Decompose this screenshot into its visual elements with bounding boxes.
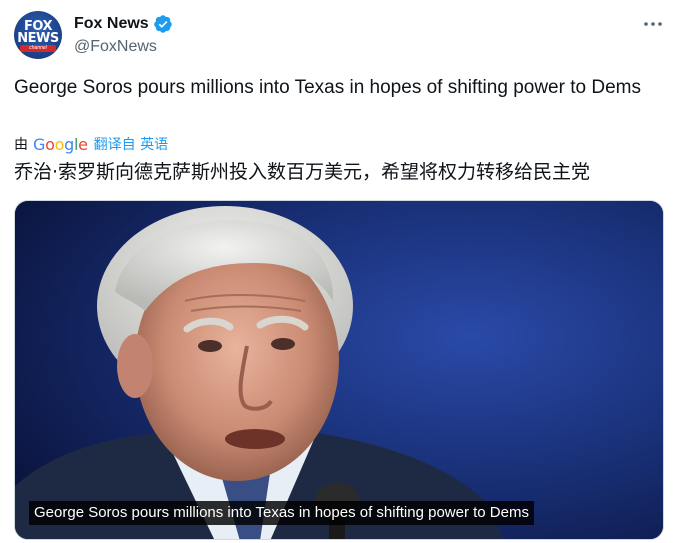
photo-portrait (15, 201, 663, 539)
avatar-logo-channel: channel (29, 45, 47, 51)
avatar-logo-band: channel (20, 45, 56, 52)
translation-attribution: 由 Google 翻译自 英语 (14, 134, 168, 154)
media-caption: George Soros pours millions into Texas i… (29, 501, 534, 525)
handle[interactable]: @FoxNews (74, 38, 157, 56)
translated-by-label: 由 (14, 137, 28, 153)
name-row: Fox News (74, 14, 173, 34)
tweet-card[interactable]: FOX NEWS channel Fox News @FoxNews Georg… (0, 0, 677, 543)
avatar[interactable]: FOX NEWS channel (14, 11, 62, 59)
display-name[interactable]: Fox News (74, 15, 149, 33)
verified-badge-icon (153, 15, 172, 33)
tweet-text: George Soros pours millions into Texas i… (14, 77, 641, 98)
translated-from-link[interactable]: 翻译自 英语 (94, 134, 168, 154)
translated-text: 乔治·索罗斯向德克萨斯州投入数百万美元，希望将权力转移给民主党 (14, 161, 591, 183)
tweet-media-image[interactable]: George Soros pours millions into Texas i… (14, 200, 664, 540)
avatar-logo-news: NEWS (17, 31, 59, 46)
google-logo: Google (33, 134, 88, 154)
more-options-icon[interactable] (640, 14, 666, 34)
